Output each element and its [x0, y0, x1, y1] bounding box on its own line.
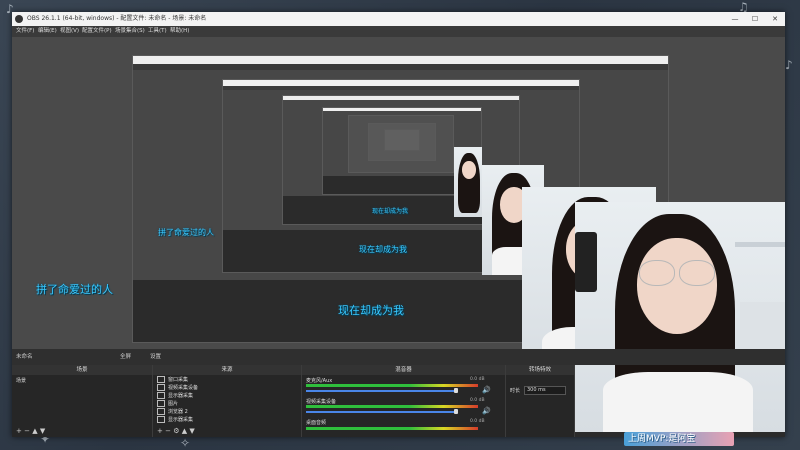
obs-logo-icon: [15, 15, 23, 23]
source-item[interactable]: 显示器采集: [157, 392, 193, 400]
gear-icon[interactable]: ⚙: [173, 427, 179, 435]
image-icon: [157, 400, 165, 407]
lyric-caption-left: 拼了命爱过的人: [36, 283, 113, 296]
mixer-channel-db: 0.0 dB: [470, 398, 485, 403]
window-icon: [157, 376, 165, 383]
obs-window: OBS 26.1.1 (64-bit, windows) - 配置文件: 未命名…: [12, 12, 785, 437]
nested-preview-7: [384, 129, 420, 151]
mixer-dock-header: 混音器: [302, 365, 505, 375]
docks-bar: 未命名 全屏 设置: [12, 349, 785, 365]
audio-meter: [306, 384, 478, 387]
source-item[interactable]: 图片: [157, 400, 178, 408]
down-icon[interactable]: ▼: [189, 427, 194, 435]
lyric-caption-left-nested: 拼了命爱过的人: [158, 228, 214, 237]
menu-edit[interactable]: 编辑(E): [38, 26, 57, 37]
menu-profile[interactable]: 配置文件(P): [82, 26, 112, 37]
transitions-dock: 转场特效 时长 300 ms: [506, 365, 575, 437]
audio-meter: [306, 405, 478, 408]
close-button[interactable]: ✕: [765, 12, 785, 26]
window-title: OBS 26.1.1 (64-bit, windows) - 配置文件: 未命名…: [27, 15, 207, 22]
lyric-caption-center-nested: 现在却成为我: [359, 245, 407, 254]
volume-slider[interactable]: [306, 411, 456, 413]
menu-bar: 文件(F) 编辑(E) 视图(V) 配置文件(P) 场景集合(S) 工具(T) …: [12, 26, 785, 37]
scenes-dock: 场景 场景 + − ▲ ▼: [12, 365, 153, 437]
remove-icon[interactable]: −: [24, 427, 30, 435]
source-item[interactable]: 窗口采集: [157, 376, 188, 384]
remove-icon[interactable]: −: [165, 427, 171, 435]
speaker-icon[interactable]: 🔊: [482, 386, 491, 394]
mixer-channel-name: 桌面音频: [306, 420, 327, 426]
webcam-feed-main: [575, 202, 785, 432]
scene-item[interactable]: 场景: [16, 377, 26, 385]
lyric-caption-center: 现在却成为我: [338, 304, 404, 317]
stats-button[interactable]: 全屏: [120, 349, 131, 365]
danmaku-banner: 上周MVP:是阿宝: [624, 432, 734, 446]
duration-label: 时长: [510, 388, 521, 394]
mixer-dock: 混音器 麦克风/Aux 0.0 dB 🔊 视频采集设备 0.0 dB 🔊 桌面音…: [302, 365, 506, 437]
mixer-channel-db: 0.0 dB: [470, 419, 485, 424]
transitions-dock-header: 转场特效: [506, 365, 574, 375]
mixer-channel-name: 麦克风/Aux: [306, 378, 333, 384]
webcam-feed-small: [454, 147, 482, 217]
volume-slider[interactable]: [306, 390, 456, 392]
sources-dock: 来源 窗口采集 视频采集设备 显示器采集 图片 浏览器 2 显示器采集 + − …: [153, 365, 302, 437]
menu-tools[interactable]: 工具(T): [148, 26, 167, 37]
monitor-icon: [157, 392, 165, 399]
source-controls: + − ⚙ ▲ ▼: [157, 427, 195, 435]
audio-meter: [306, 427, 478, 430]
camera-icon: [157, 384, 165, 391]
monitor-icon: [157, 416, 165, 423]
menu-scene-collection[interactable]: 场景集合(S): [115, 26, 145, 37]
menu-view[interactable]: 视图(V): [60, 26, 79, 37]
add-icon[interactable]: +: [16, 427, 22, 435]
source-item[interactable]: 浏览器 2: [157, 408, 188, 416]
up-icon[interactable]: ▲: [32, 427, 37, 435]
scene-controls: + − ▲ ▼: [16, 427, 45, 435]
title-bar: OBS 26.1.1 (64-bit, windows) - 配置文件: 未命名…: [12, 12, 785, 26]
add-icon[interactable]: +: [157, 427, 163, 435]
danmaku-text: 上周MVP:是阿宝: [628, 434, 696, 444]
sources-dock-header: 来源: [153, 365, 301, 375]
source-item[interactable]: 视频采集设备: [157, 384, 198, 392]
music-note-doodle: ♪: [785, 58, 793, 72]
maximize-button[interactable]: ☐: [745, 12, 765, 26]
volume-slider-knob[interactable]: [454, 388, 458, 393]
volume-slider-knob[interactable]: [454, 409, 458, 414]
globe-icon: [157, 408, 165, 415]
up-icon[interactable]: ▲: [182, 427, 187, 435]
lyric-caption-center-nested-small: 现在却成为我: [372, 208, 409, 215]
minimize-button[interactable]: —: [725, 12, 745, 26]
star-doodle: ✧: [180, 436, 191, 450]
menu-help[interactable]: 帮助(H): [170, 26, 189, 37]
down-icon[interactable]: ▼: [40, 427, 45, 435]
speaker-icon[interactable]: 🔊: [482, 407, 491, 415]
source-item[interactable]: 显示器采集: [157, 416, 193, 424]
mixer-channel-name: 视频采集设备: [306, 399, 337, 405]
mixer-channel-db: 0.0 dB: [470, 377, 485, 382]
duration-input[interactable]: 300 ms: [524, 386, 566, 395]
settings-button[interactable]: 设置: [150, 349, 161, 365]
current-scene-label: 未命名: [16, 354, 33, 360]
scenes-dock-header: 场景: [12, 365, 152, 375]
menu-file[interactable]: 文件(F): [16, 26, 34, 37]
